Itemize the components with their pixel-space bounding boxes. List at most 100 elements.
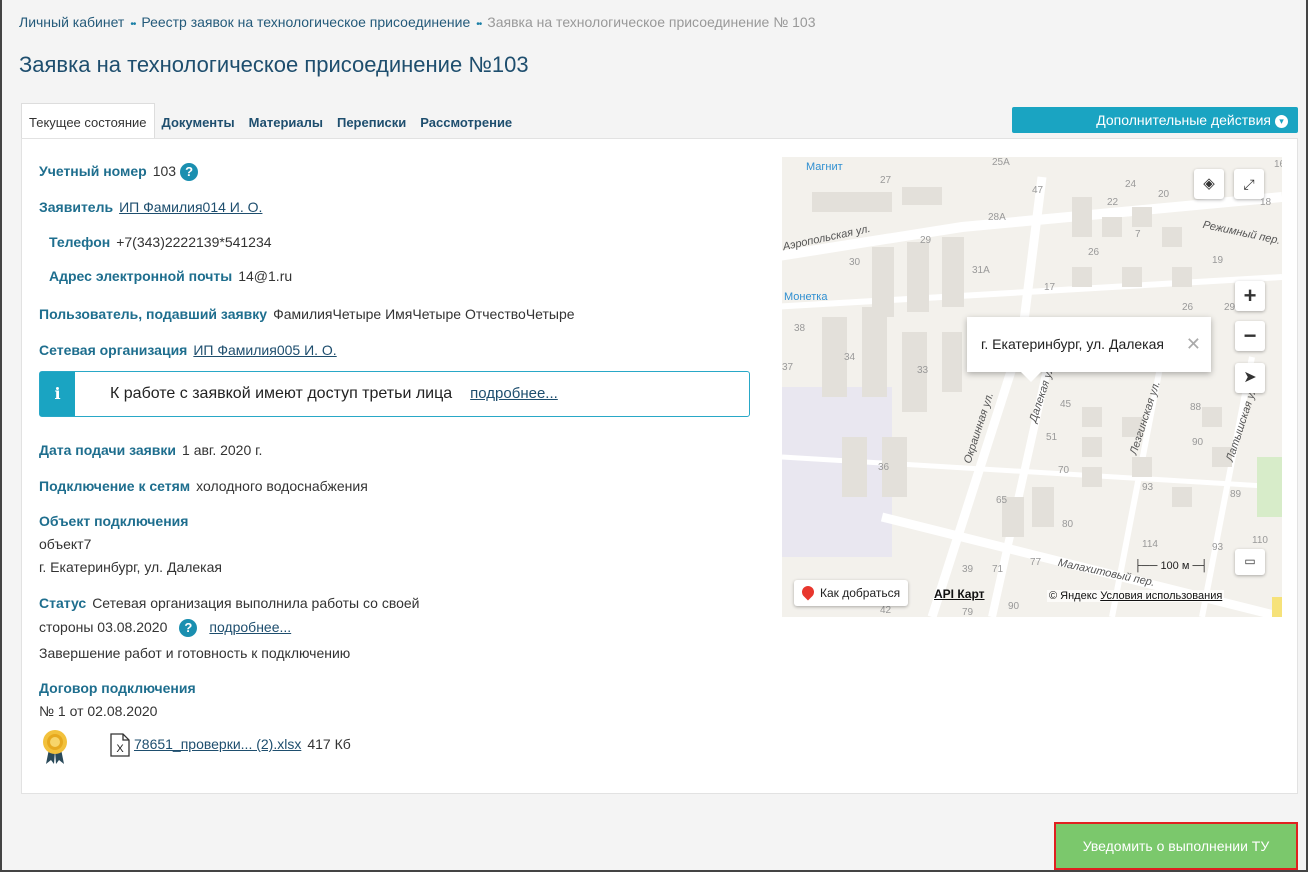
tab-review[interactable]: Рассмотрение [413,103,519,139]
zoom-in-icon[interactable]: + [1235,281,1265,311]
house-number: 114 [1142,539,1158,550]
extra-actions-button[interactable]: Дополнительные действия ▾ [1012,107,1298,133]
object-address: г. Екатеринбург, ул. Далекая [39,559,222,575]
notify-completion-button[interactable]: Уведомить о выполнении ТУ [1054,822,1298,870]
house-number: 47 [1032,185,1044,196]
networks-row: Подключение к сетям холодного водоснабжен… [39,478,368,494]
api-maps-link[interactable]: API Карт [934,587,985,601]
copyright-text: © Яндекс [1049,590,1098,602]
org-label: Сетевая организация [39,342,188,358]
phone-row: Телефон +7(343)2222139*541234 [49,234,272,250]
phone-value: +7(343)2222139*541234 [116,234,272,250]
house-number: 36 [878,462,890,473]
status-line2-row: стороны 03.08.2020? подробнее... [39,619,291,638]
tabs: Текущее состояние Документы Материалы Пе… [21,103,519,139]
contract-heading: Договор подключения [39,680,202,696]
tab-documents[interactable]: Документы [155,103,242,139]
map-pin-icon [799,583,817,601]
breadcrumb-registry[interactable]: Реестр заявок на технологическое присоед… [141,14,470,30]
house-number: 20 [1158,189,1170,200]
route-label: Как добраться [820,586,901,600]
house-number: 70 [1058,465,1070,476]
breadcrumb: Личный кабинет •• Реестр заявок на техноло… [19,14,815,34]
house-number: 79 [962,607,974,617]
route-button[interactable]: Как добраться [794,580,909,606]
info-icon: i [40,372,75,416]
chevron-down-icon: ▾ [1275,114,1288,128]
house-number: 7 [1135,229,1141,240]
tab-materials[interactable]: Материалы [242,103,330,139]
applicant-link[interactable]: ИП Фамилия014 И. О. [119,199,262,215]
ruler-icon[interactable]: ▭ [1235,549,1265,575]
content-panel: Учетный номер 103? Заявитель ИП Фамилия014… [21,138,1298,794]
map-scale: ├── 100 м ─┤ [1134,560,1209,572]
map[interactable]: Магнит Монетка Аэропольская ул. Режимный… [782,157,1282,617]
help-icon[interactable]: ? [179,619,198,638]
file-link[interactable]: 78651_проверки... (2).xlsx [134,736,301,752]
contract-value: № 1 от 02.08.2020 [39,703,158,719]
house-number: 110 [1252,535,1268,546]
org-row: Сетевая организация ИП Фамилия005 И. О. [39,342,337,358]
user-row: Пользователь, подавший заявку ФамилияЧеты… [39,306,575,322]
status-row: Статус Сетевая организация выполнила рабо… [39,595,420,611]
house-number: 19 [1212,255,1224,266]
date-value: 1 авг. 2020 г. [182,442,263,458]
house-number: 17 [1044,282,1056,293]
tab-correspondence[interactable]: Переписки [330,103,413,139]
fullscreen-icon[interactable]: ⤢ [1234,169,1264,199]
status-line2: стороны 03.08.2020 [39,619,168,635]
applicant-row: Заявитель ИП Фамилия014 И. О. [39,199,262,215]
poi-monetka[interactable]: Монетка [784,291,827,303]
status-more-link[interactable]: подробнее... [209,619,291,635]
breadcrumb-cabinet[interactable]: Личный кабинет [19,14,124,30]
house-number: 33 [917,365,929,376]
scale-label: 100 м [1160,560,1190,572]
applicant-label: Заявитель [39,199,114,215]
email-row: Адрес электронной почты 14@1.ru [49,268,292,284]
house-number: 34 [844,352,856,363]
help-icon[interactable]: ? [180,163,199,182]
house-number: 71 [992,564,1004,575]
address-balloon: г. Екатеринбург, ул. Далекая ✕ [967,317,1211,382]
house-number: 39 [962,564,974,575]
geolocation-icon[interactable]: ➤ [1235,363,1265,393]
tab-current-state[interactable]: Текущее состояние [21,103,155,139]
file-row: 78651_проверки... (2).xlsx 417 Кб [134,736,351,752]
house-number: 29 [920,235,932,246]
map-copyright: © Яндекс Условия использования [1047,590,1225,602]
date-label: Дата подачи заявки [39,442,177,458]
email-label: Адрес электронной почты [49,268,233,284]
house-number: 90 [1008,601,1020,612]
house-number: 77 [1030,557,1042,568]
terms-link[interactable]: Условия использования [1100,590,1222,602]
object-heading: Объект подключения [39,513,194,529]
house-number: 90 [1192,437,1204,448]
org-link[interactable]: ИП Фамилия005 И. О. [193,342,336,358]
account-row: Учетный номер 103? [39,163,199,182]
networks-value: холодного водоснабжения [196,478,368,494]
contract-label: Договор подключения [39,680,196,696]
excel-file-icon: X [110,733,130,757]
object-label: Объект подключения [39,513,189,529]
house-number: 25А [992,157,1010,168]
status-note: Завершение работ и готовность к подключе… [39,645,351,661]
networks-label: Подключение к сетям [39,478,191,494]
layers-icon[interactable]: ◈ [1194,169,1224,199]
poi-magnit[interactable]: Магнит [806,161,843,173]
certificate-medal-icon [43,730,67,764]
house-number: 28А [988,212,1006,223]
svg-text:X: X [116,743,124,755]
status-line1: Сетевая организация выполнила работы со … [92,595,420,611]
house-number: 26 [1182,302,1194,313]
object-name: объект7 [39,536,92,552]
house-number: 27 [880,175,892,186]
third-party-notice: i К работе с заявкой имеют доступ третьи… [39,371,750,417]
house-number: 51 [1046,432,1058,443]
close-icon[interactable]: ✕ [1186,317,1201,372]
house-number: 89 [1230,489,1242,500]
zoom-out-icon[interactable]: − [1235,321,1265,351]
notice-text: К работе с заявкой имеют доступ третьи л… [110,385,453,402]
user-value: ФамилияЧетыре ИмяЧетыре ОтчествоЧетыре [273,306,575,322]
house-number: 22 [1107,197,1119,208]
notice-more-link[interactable]: подробнее... [470,385,558,402]
